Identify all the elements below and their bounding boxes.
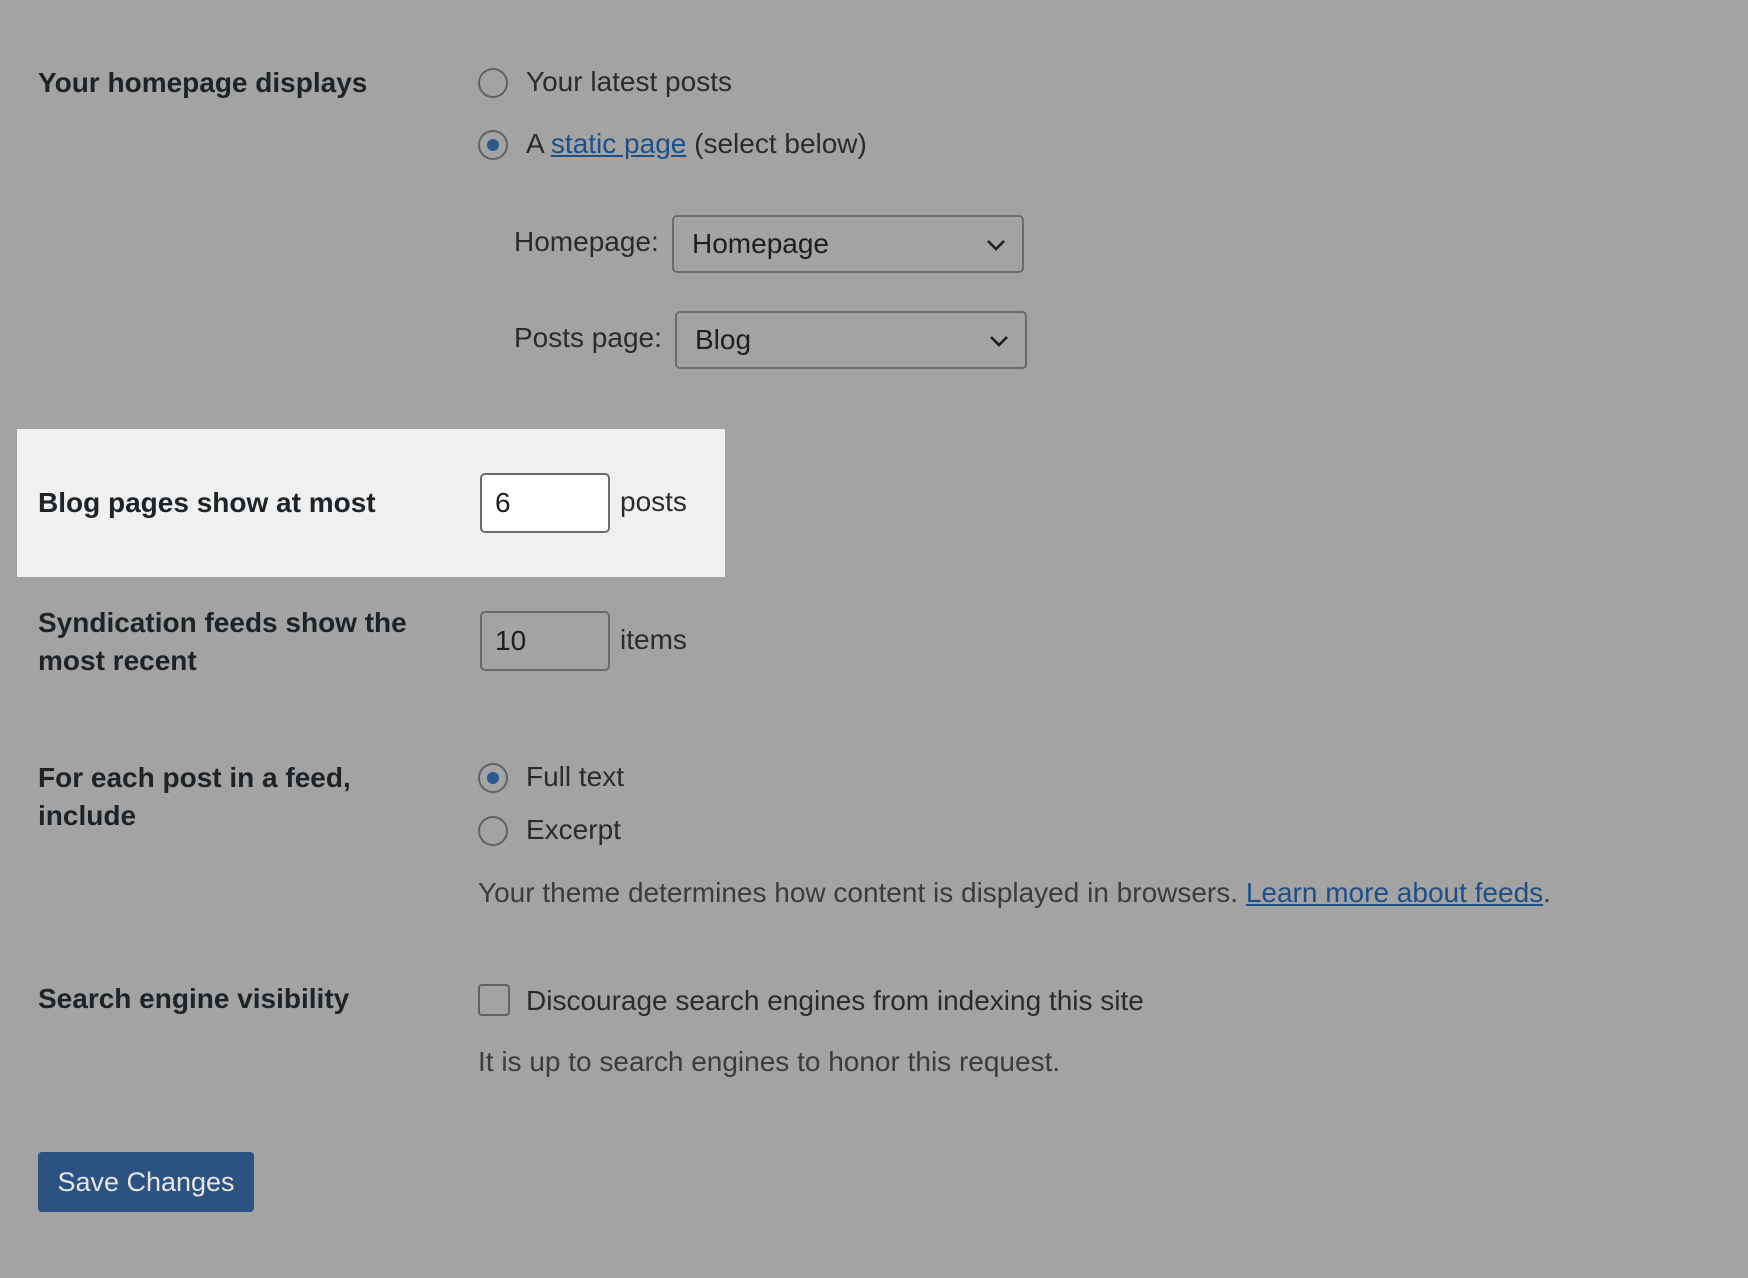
save-changes-button[interactable]: Save Changes — [38, 1152, 254, 1212]
static-page-option: A static page (select below) — [526, 126, 867, 162]
feed-description: Your theme determines how content is dis… — [478, 875, 1551, 911]
static-page-suffix[interactable]: (select below) — [694, 128, 867, 159]
posts-page-select-value: Blog — [695, 324, 752, 355]
discourage-search-checkbox[interactable] — [478, 984, 510, 1016]
homepage-select[interactable]: Homepage — [672, 215, 1024, 273]
homepage-select-label: Homepage: — [514, 226, 659, 257]
syndication-label: Syndication feeds show the most recent — [38, 604, 438, 680]
feed-content-label: For each post in a feed, include — [38, 759, 378, 835]
radio-static-page[interactable] — [478, 130, 508, 160]
syndication-unit: items — [620, 624, 687, 655]
posts-page-select-label: Posts page: — [514, 322, 662, 353]
syndication-input[interactable]: 10 — [480, 611, 610, 671]
blog-pages-unit: posts — [620, 486, 687, 517]
chevron-down-icon — [987, 240, 1005, 251]
latest-posts-label[interactable]: Your latest posts — [526, 64, 732, 100]
full-text-label[interactable]: Full text — [526, 759, 624, 795]
static-page-link[interactable]: static page — [551, 128, 686, 159]
discourage-search-label[interactable]: Discourage search engines from indexing … — [526, 983, 1144, 1019]
homepage-displays-label: Your homepage displays — [38, 67, 368, 98]
feed-description-period: . — [1543, 877, 1551, 908]
static-page-prefix[interactable]: A — [526, 128, 543, 159]
excerpt-label[interactable]: Excerpt — [526, 812, 621, 848]
feed-content-label-text: For each post in a feed, include — [38, 762, 351, 831]
chevron-down-icon — [990, 336, 1008, 347]
blog-pages-input[interactable]: 6 — [480, 473, 610, 533]
search-visibility-description: It is up to search engines to honor this… — [478, 1046, 1061, 1077]
syndication-label-text: Syndication feeds show the most recent — [38, 607, 407, 676]
posts-page-select[interactable]: Blog — [675, 311, 1027, 369]
homepage-select-value: Homepage — [692, 228, 829, 259]
feed-description-text: Your theme determines how content is dis… — [478, 877, 1239, 908]
radio-latest-posts[interactable] — [478, 68, 508, 98]
search-visibility-label: Search engine visibility — [38, 983, 350, 1014]
learn-more-feeds-link[interactable]: Learn more about feeds — [1246, 877, 1543, 908]
blog-pages-label: Blog pages show at most — [38, 487, 376, 518]
radio-full-text[interactable] — [478, 763, 508, 793]
radio-excerpt[interactable] — [478, 816, 508, 846]
